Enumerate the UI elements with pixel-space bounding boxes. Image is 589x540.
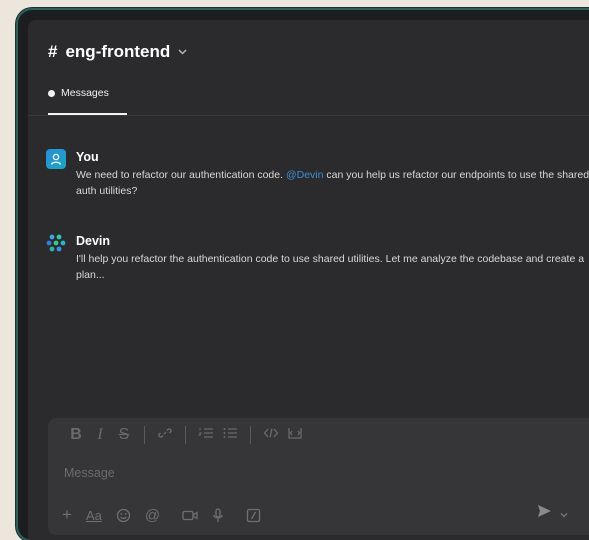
- send-icon[interactable]: [537, 504, 552, 523]
- code-icon[interactable]: [259, 426, 283, 445]
- app-window: # eng-frontend Messages You We need to r…: [18, 10, 589, 540]
- mention-icon[interactable]: @: [145, 507, 160, 524]
- tab-messages-label: Messages: [61, 87, 109, 99]
- message-text-part: We need to refactor our authentication c…: [76, 169, 286, 181]
- user-icon: [50, 153, 62, 165]
- toolbar-divider: [144, 426, 145, 444]
- send-controls: [537, 504, 568, 523]
- strikethrough-icon[interactable]: S: [112, 426, 136, 444]
- channel-hash: #: [48, 42, 58, 61]
- channel-header[interactable]: # eng-frontend: [48, 42, 187, 62]
- message-input[interactable]: Message: [64, 466, 115, 480]
- slash-command-icon[interactable]: [246, 508, 261, 523]
- video-icon[interactable]: [182, 509, 198, 522]
- bold-icon[interactable]: B: [64, 426, 88, 444]
- message-composer: B I S Message + Aa @: [48, 418, 589, 535]
- message-author[interactable]: You: [76, 150, 589, 164]
- chevron-down-icon[interactable]: [178, 47, 187, 58]
- message-item: Devin I'll help you refactor the authent…: [46, 233, 589, 283]
- toolbar-divider: [185, 426, 186, 444]
- formatting-toolbar: B I S: [64, 424, 307, 446]
- message-text: I'll help you refactor the authenticatio…: [76, 253, 585, 281]
- message-text: We need to refactor our authentication c…: [76, 167, 589, 199]
- message-author[interactable]: Devin: [76, 234, 589, 248]
- bullet-list-icon[interactable]: [218, 426, 242, 445]
- channel-name: eng-frontend: [65, 42, 171, 61]
- emoji-icon[interactable]: [116, 508, 131, 523]
- text-format-icon[interactable]: Aa: [86, 508, 102, 523]
- composer-actions: + Aa @: [62, 504, 588, 526]
- microphone-icon[interactable]: [212, 507, 224, 523]
- header-divider: [28, 115, 589, 116]
- link-icon[interactable]: [153, 426, 177, 445]
- devin-logo-icon: [46, 234, 66, 252]
- chevron-down-icon[interactable]: [560, 505, 568, 523]
- message-item: You We need to refactor our authenticati…: [46, 149, 589, 199]
- italic-icon[interactable]: I: [88, 426, 112, 444]
- plus-icon[interactable]: +: [62, 505, 72, 525]
- mention-link[interactable]: @Devin: [286, 169, 324, 181]
- avatar[interactable]: [46, 149, 66, 169]
- channel-panel: # eng-frontend Messages You We need to r…: [28, 20, 589, 540]
- code-block-icon[interactable]: [283, 426, 307, 445]
- toolbar-divider: [250, 426, 251, 444]
- avatar[interactable]: [46, 233, 66, 253]
- messages-icon: [48, 90, 55, 97]
- ordered-list-icon[interactable]: [194, 426, 218, 445]
